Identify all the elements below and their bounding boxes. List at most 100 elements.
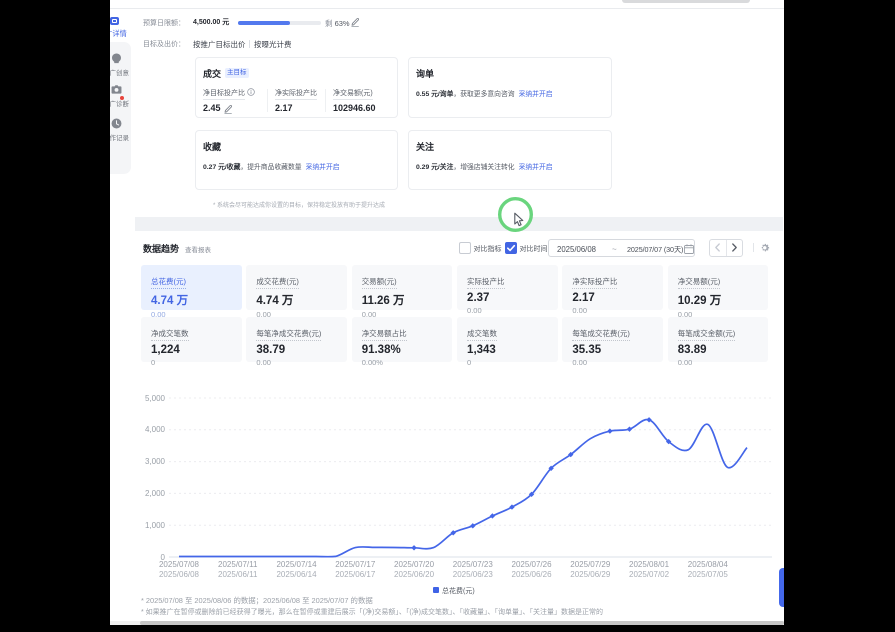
goal-card-desc: 0.55 元/询单，获取更多意向咨询采纳并开启 xyxy=(416,88,553,98)
tile-sub-value: 0 xyxy=(151,358,232,367)
metric-divider xyxy=(325,89,326,112)
metric-value: 2.17 xyxy=(275,103,293,113)
metric-tile[interactable]: 每笔成交金额(元)83.890.00 xyxy=(668,317,769,362)
goal-card-favorite[interactable]: 收藏 0.27 元/收藏，提升商品收藏数量采纳并开启 xyxy=(195,130,398,190)
compare-time-checkbox[interactable] xyxy=(505,242,517,254)
adopt-enable-link[interactable]: 采纳并开启 xyxy=(306,164,340,171)
control-divider xyxy=(753,243,754,252)
data-point-marker[interactable] xyxy=(470,523,475,528)
tile-value: 35.35 xyxy=(572,344,653,356)
metric-tile[interactable]: 每笔净成交花费(元)38.790.00 xyxy=(246,317,347,362)
tile-label: 净交易额占比 xyxy=(362,328,407,341)
legend-swatch xyxy=(433,587,439,593)
metric-tile[interactable]: 成交笔数1,3430 xyxy=(457,317,558,362)
edit-pencil-icon[interactable] xyxy=(223,104,233,114)
notification-dot xyxy=(120,96,124,100)
data-point-marker[interactable] xyxy=(411,545,416,550)
clock-icon xyxy=(111,118,122,129)
goal-card-follow[interactable]: 关注 0.29 元/关注，增强店铺关注转化采纳并开启 xyxy=(408,130,612,190)
tile-sub-value: 0.00% xyxy=(362,358,443,367)
budget-value: 4,500.00 元 xyxy=(193,17,229,27)
legend-label: 总花费(元) xyxy=(442,588,475,595)
detail-page-icon[interactable] xyxy=(110,17,119,26)
goal-card-title: 询单 xyxy=(416,67,434,80)
bidding-label: 目标及出价： xyxy=(143,39,185,49)
compare-metric-label: 对比指标 xyxy=(474,244,502,254)
metric-tile[interactable]: 净实际投产比2.170.00 xyxy=(562,265,663,310)
calendar-icon xyxy=(684,244,694,254)
edit-pencil-icon[interactable] xyxy=(350,17,360,27)
series-line-total-cost xyxy=(179,420,747,557)
checkmark-icon xyxy=(505,242,517,254)
goal-card-title: 收藏 xyxy=(203,140,221,153)
cursor-highlight xyxy=(495,194,537,236)
tile-label: 实际投产比 xyxy=(467,276,505,289)
goal-price-bold: 0.55 元/询单 xyxy=(416,91,453,98)
tile-sub-value: 0.00 xyxy=(572,306,653,315)
tile-label: 净交易额(元) xyxy=(678,276,721,289)
tile-label: 净成交笔数 xyxy=(151,328,189,341)
info-icon[interactable] xyxy=(247,88,255,96)
section-gap xyxy=(135,217,783,231)
metric-label-text: 净交易额(元) xyxy=(333,90,373,97)
tile-label: 交易额(元) xyxy=(362,276,397,289)
scrollbar-thumb[interactable] xyxy=(140,621,784,625)
tile-label: 总花费(元) xyxy=(151,276,186,289)
tile-label: 成交笔数 xyxy=(467,328,497,341)
prev-period-button[interactable] xyxy=(710,240,726,256)
metric-tile[interactable]: 总花费(元)4.74 万0.00 xyxy=(141,265,242,310)
tile-value: 91.38% xyxy=(362,344,443,356)
compare-metric-checkbox[interactable] xyxy=(459,242,471,254)
metric-tile[interactable]: 净成交笔数1,2240 xyxy=(141,317,242,362)
goal-card-desc: 0.27 元/收藏，提升商品收藏数量采纳并开启 xyxy=(203,161,340,171)
bid-option-exposure[interactable]: 按曝光计费 xyxy=(254,39,292,50)
goal-card-deal[interactable]: 成交 主目标 净目标投产比 2.45 净实际投产比 2.17 净交易额(元) 1… xyxy=(195,57,398,118)
tile-sub-value: 0 xyxy=(467,358,548,367)
budget-progress-fill xyxy=(238,21,290,25)
metric-value: 2.45 xyxy=(203,103,221,113)
goal-desc-text: ，获取更多意向咨询 xyxy=(453,91,514,98)
goal-price-bold: 0.27 元/收藏 xyxy=(203,164,240,171)
adopt-enable-link[interactable]: 采纳并开启 xyxy=(519,91,553,98)
metric-tile[interactable]: 净交易额占比91.38%0.00% xyxy=(352,317,453,362)
date-start[interactable]: 2025/06/08 xyxy=(557,245,596,254)
data-point-marker[interactable] xyxy=(607,428,612,433)
date-tilde: ~ xyxy=(612,245,617,254)
goal-card-inquiry[interactable]: 询单 0.55 元/询单，获取更多意向咨询采纳并开启 xyxy=(408,57,612,118)
data-point-marker[interactable] xyxy=(627,426,632,431)
date-end[interactable]: 2025/07/07 (30天) xyxy=(627,245,683,255)
black-matte-bottom xyxy=(0,625,895,632)
next-period-button[interactable] xyxy=(726,240,742,256)
tile-value: 4.74 万 xyxy=(256,292,337,308)
tile-label: 每笔成交花费(元) xyxy=(572,328,630,341)
tile-value: 38.79 xyxy=(256,344,337,356)
adopt-enable-link[interactable]: 采纳并开启 xyxy=(519,164,553,171)
section-title: 数据趋势 xyxy=(143,242,179,255)
chart-legend[interactable]: 总花费(元) xyxy=(433,586,475,596)
metric-value: 102946.60 xyxy=(333,103,376,113)
tile-value: 1,224 xyxy=(151,344,232,356)
date-range-picker[interactable]: 2025/06/08 ~ 2025/07/07 (30天) xyxy=(548,239,695,257)
metric-tile[interactable]: 成交花费(元)4.74 万0.00 xyxy=(246,265,347,310)
metric-tile[interactable]: 每笔成交花费(元)35.350.00 xyxy=(562,317,663,362)
view-report-link[interactable]: 查看报表 xyxy=(185,244,211,254)
metric-tile[interactable]: 实际投产比2.370.00 xyxy=(457,265,558,310)
tile-label: 净实际投产比 xyxy=(572,276,617,289)
metric-divider xyxy=(267,89,268,112)
bid-option-goal[interactable]: 按推广目标出价 xyxy=(193,39,246,50)
metric-tile[interactable]: 交易额(元)11.26 万0.00 xyxy=(352,265,453,310)
compare-time-label: 对比时间 xyxy=(520,244,548,254)
tile-sub-value: 0.00 xyxy=(678,358,759,367)
goal-desc-text: ，增强店铺关注转化 xyxy=(453,164,514,171)
budget-label: 预算日限额： xyxy=(143,18,185,28)
gear-icon[interactable] xyxy=(759,242,771,254)
remain-prefix: 剩 xyxy=(325,19,333,28)
metric-label-text: 净目标投产比 xyxy=(203,90,245,97)
remain-percent: 63% xyxy=(335,19,350,28)
metric-tile[interactable]: 净交易额(元)10.29 万0.00 xyxy=(668,265,769,310)
option-divider xyxy=(249,40,250,48)
budget-remaining: 剩 63% xyxy=(325,18,350,29)
metric-label: 净目标投产比 xyxy=(203,88,245,100)
tile-value: 10.29 万 xyxy=(678,292,759,308)
chevron-right-icon xyxy=(731,243,738,252)
